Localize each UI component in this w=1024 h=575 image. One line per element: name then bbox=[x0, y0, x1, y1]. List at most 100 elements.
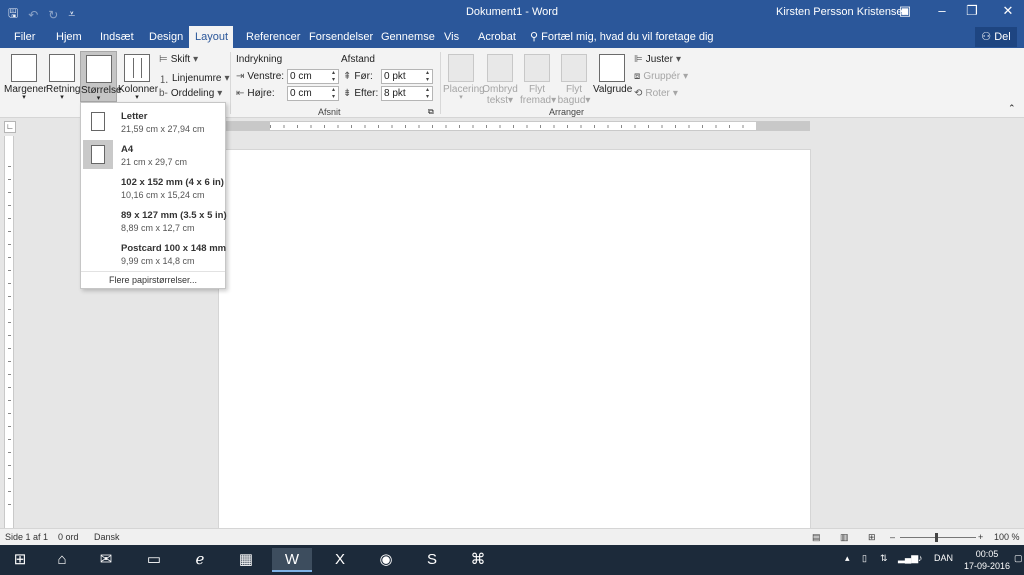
tab-selector[interactable]: ∟ bbox=[4, 121, 16, 133]
zoom-slider[interactable] bbox=[900, 537, 976, 538]
orientation-icon bbox=[49, 54, 75, 82]
more-paper-sizes-link[interactable]: Flere papirstørrelser... bbox=[81, 271, 225, 285]
share-label: Del bbox=[994, 31, 1011, 43]
position-button[interactable]: Placering ▾ bbox=[443, 54, 485, 101]
collapse-ribbon-icon[interactable]: ⌃ bbox=[1008, 103, 1016, 114]
breaks-label: Skift bbox=[170, 54, 191, 65]
volume-icon[interactable]: ♪ bbox=[918, 553, 923, 563]
ruler-left-margin bbox=[226, 122, 270, 130]
input-language[interactable]: DAN bbox=[934, 553, 953, 563]
selection-pane-button[interactable]: Valgrude bbox=[593, 54, 633, 95]
columns-button[interactable]: Kolonner ▾ bbox=[118, 54, 158, 101]
align-button[interactable]: ⊫ Juster ▾ bbox=[634, 54, 681, 65]
size-name: A4 bbox=[121, 144, 134, 155]
rotate-button[interactable]: ⟲ Roter ▾ bbox=[634, 88, 678, 99]
ruler-ticks bbox=[270, 122, 756, 130]
line-numbers-button[interactable]: ⒈ Linjenumre ▾ bbox=[159, 71, 230, 86]
page-count[interactable]: Side 1 af 1 bbox=[5, 532, 48, 542]
tray-sync-icon[interactable]: ⇅ bbox=[880, 553, 888, 564]
selection-pane-label: Valgrude bbox=[593, 84, 633, 95]
edge-icon[interactable]: ℯ bbox=[180, 548, 220, 572]
spacing-before-input[interactable]: 0 pkt bbox=[381, 69, 433, 84]
user-name[interactable]: Kirsten Persson Kristensen bbox=[776, 6, 909, 18]
tell-me-box[interactable]: ⚲ Fortæl mig, hvad du vil foretage dig bbox=[524, 26, 720, 48]
columns-icon bbox=[124, 54, 150, 82]
proofing-language[interactable]: Dansk bbox=[94, 532, 120, 542]
ribbon-display-icon[interactable]: ▣ bbox=[895, 3, 915, 19]
chevron-down-icon: ▾ bbox=[585, 95, 591, 106]
chevron-down-icon: ▾ bbox=[683, 71, 689, 82]
send-backward-button[interactable]: Flyt bagud▾ bbox=[556, 54, 592, 106]
document-page[interactable] bbox=[218, 149, 811, 529]
size-button[interactable]: Størrelse ▾ bbox=[80, 51, 122, 102]
tab-design[interactable]: Design bbox=[143, 26, 189, 48]
size-dims: 21 cm x 29,7 cm bbox=[121, 157, 188, 167]
zoom-level[interactable]: 100 % bbox=[994, 532, 1020, 542]
size-option-letter[interactable]: Letter 21,59 cm x 27,94 cm bbox=[81, 105, 225, 138]
network-icon[interactable]: ▂▄▆ bbox=[898, 553, 918, 564]
web-layout-icon[interactable]: ⊞ bbox=[868, 532, 876, 543]
size-option-postcard[interactable]: Postcard 100 x 148 mm 9,99 cm x 14,8 cm bbox=[81, 237, 226, 270]
windows-start-icon[interactable]: ⊞ bbox=[0, 548, 40, 572]
tab-file[interactable]: Filer bbox=[8, 26, 41, 48]
tab-mailings[interactable]: Forsendelser bbox=[303, 26, 379, 48]
tray-device-icon[interactable]: ▯ bbox=[862, 553, 867, 564]
title-bar: 🖫 ↶ ↻ ⩡ Dokument1 - Word Kirsten Persson… bbox=[0, 0, 1024, 26]
indent-right-row: ⇤ Højre: bbox=[236, 88, 275, 99]
breaks-icon: ⊨ bbox=[159, 54, 168, 65]
calculator-icon[interactable]: ▦ bbox=[226, 548, 266, 572]
tab-acrobat[interactable]: Acrobat bbox=[472, 26, 522, 48]
home-icon[interactable]: ⌂ bbox=[42, 548, 82, 572]
spacing-before-row: ⇞ Før: bbox=[343, 71, 373, 82]
breaks-button[interactable]: ⊨ Skift ▾ bbox=[159, 54, 198, 65]
size-option-a4[interactable]: A4 21 cm x 29,7 cm bbox=[81, 138, 225, 171]
word-icon[interactable]: W bbox=[272, 548, 312, 572]
maximize-button[interactable]: ❐ bbox=[962, 3, 982, 19]
print-layout-icon[interactable]: ▥ bbox=[840, 532, 849, 543]
spacing-after-input[interactable]: 8 pkt bbox=[381, 86, 433, 101]
word-count[interactable]: 0 ord bbox=[58, 532, 79, 542]
acrobat-icon[interactable]: ⌘ bbox=[458, 548, 498, 572]
hyphenation-icon: b‑ bbox=[159, 88, 168, 99]
notifications-icon[interactable]: ▢ bbox=[1014, 553, 1023, 564]
zoom-slider-thumb[interactable] bbox=[935, 533, 938, 542]
close-button[interactable]: ✕ bbox=[998, 3, 1018, 19]
size-option-89x127[interactable]: 89 x 127 mm (3.5 x 5 in) 8,89 cm x 12,7 … bbox=[81, 204, 227, 237]
bring-forward-label-2: fremad bbox=[520, 95, 552, 106]
skype-icon[interactable]: S bbox=[412, 548, 452, 572]
indent-right-input[interactable]: 0 cm bbox=[287, 86, 339, 101]
minimize-button[interactable]: – bbox=[932, 3, 952, 18]
tab-home[interactable]: Hjem bbox=[50, 26, 88, 48]
read-mode-icon[interactable]: ▤ bbox=[812, 532, 821, 543]
horizontal-ruler[interactable] bbox=[226, 121, 810, 131]
indent-left-input[interactable]: 0 cm bbox=[287, 69, 339, 84]
size-option-102x152[interactable]: 102 x 152 mm (4 x 6 in) 10,16 cm x 15,24… bbox=[81, 171, 225, 204]
tab-layout[interactable]: Layout bbox=[189, 26, 233, 48]
zoom-in-icon[interactable]: + bbox=[978, 532, 983, 542]
tab-references[interactable]: Referencer bbox=[240, 26, 306, 48]
page-size-icon bbox=[85, 55, 112, 83]
bring-forward-icon bbox=[524, 54, 550, 82]
outlook-icon[interactable]: ✉ bbox=[86, 548, 126, 572]
vertical-ruler[interactable] bbox=[4, 136, 14, 528]
orientation-button[interactable]: Retning ▾ bbox=[46, 54, 80, 101]
share-button[interactable]: ⚇ Del bbox=[975, 27, 1017, 47]
chrome-icon[interactable]: ◉ bbox=[366, 548, 406, 572]
paragraph-launcher-icon[interactable]: ⧉ bbox=[428, 107, 434, 117]
group-button[interactable]: ⧈ Gruppér ▾ bbox=[634, 71, 688, 82]
file-explorer-icon[interactable]: ▭ bbox=[134, 548, 174, 572]
tab-view[interactable]: Vis bbox=[438, 26, 465, 48]
taskbar: ⊞ ⌂ ✉ ▭ ℯ ▦ W X ◉ S ⌘ ▴ ▯ ⇅ ▂▄▆ ♪ DAN 00… bbox=[0, 545, 1024, 575]
indent-left-icon: ⇥ bbox=[236, 71, 245, 82]
bring-forward-button[interactable]: Flyt fremad▾ bbox=[520, 54, 556, 106]
wrap-text-button[interactable]: Ombryd tekst▾ bbox=[482, 54, 518, 106]
tray-overflow-icon[interactable]: ▴ bbox=[845, 553, 850, 564]
zoom-out-icon[interactable]: – bbox=[890, 532, 895, 542]
chevron-down-icon: ▾ bbox=[675, 54, 681, 65]
clock[interactable]: 00:05 17-09-2016 bbox=[962, 548, 1012, 572]
margins-button[interactable]: Margener ▾ bbox=[4, 54, 47, 101]
tab-insert[interactable]: Indsæt bbox=[94, 26, 140, 48]
hyphenation-button[interactable]: b‑ Orddeling ▾ bbox=[159, 88, 222, 99]
excel-icon[interactable]: X bbox=[320, 548, 360, 572]
tab-review[interactable]: Gennemse bbox=[375, 26, 441, 48]
